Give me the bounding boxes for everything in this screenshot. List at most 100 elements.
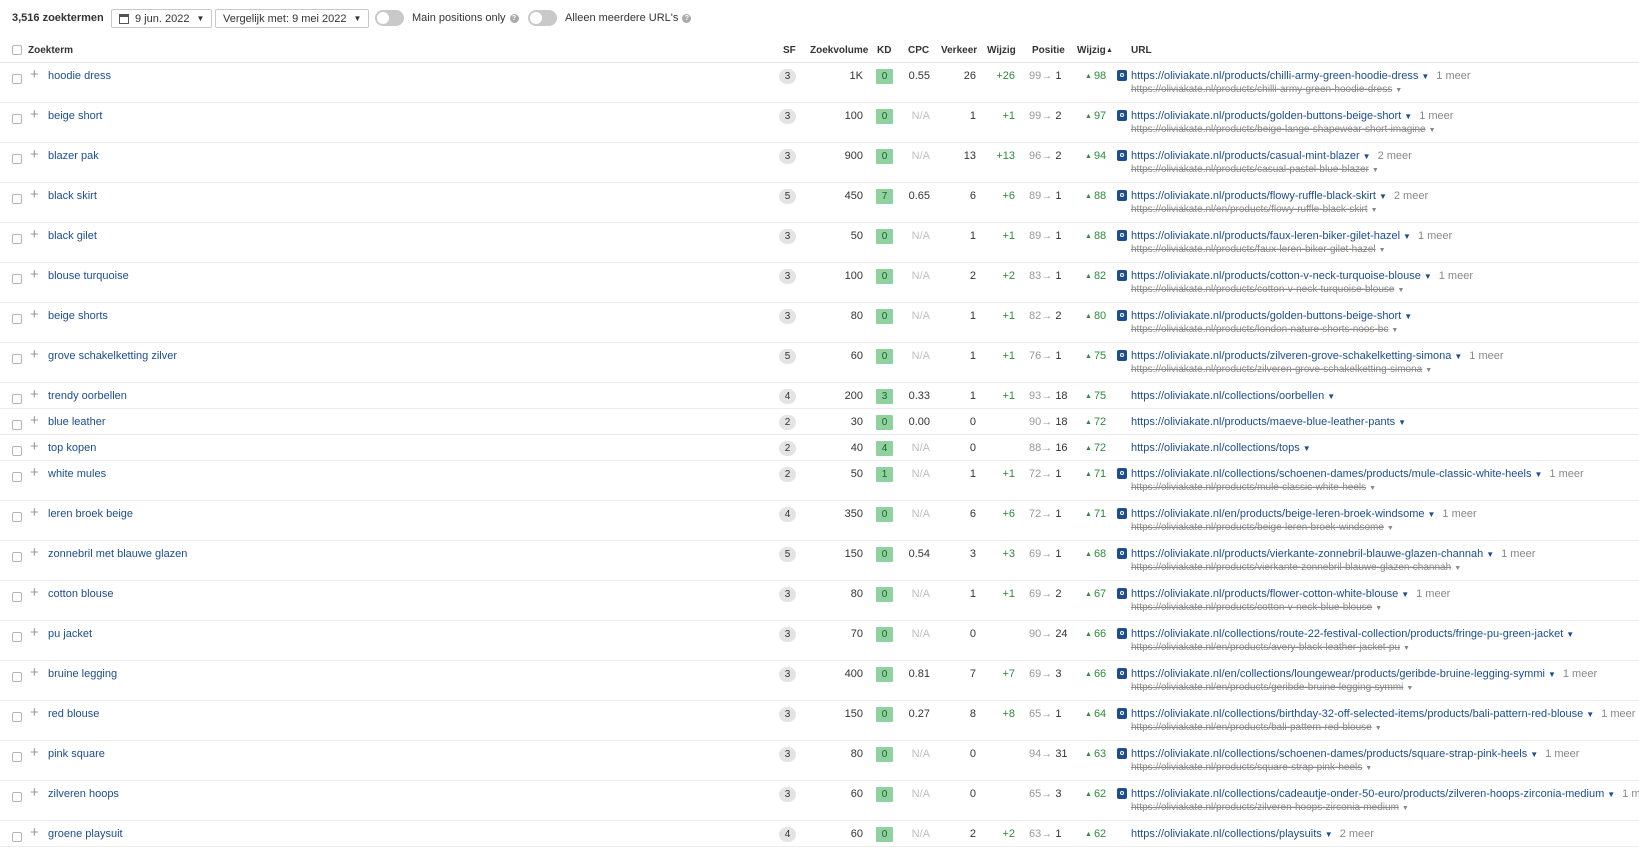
col-url[interactable]: URL — [1131, 45, 1152, 56]
chevron-down-icon[interactable]: ▼ — [1534, 470, 1542, 479]
url-text[interactable]: https://oliviakate.nl/products/golden-bu… — [1131, 110, 1401, 122]
url-text[interactable]: https://oliviakate.nl/collections/cadeau… — [1131, 788, 1604, 800]
google-serp-icon[interactable] — [1117, 230, 1127, 241]
row-checkbox[interactable] — [12, 234, 22, 244]
google-serp-icon[interactable] — [1117, 310, 1127, 321]
previous-url[interactable]: https://oliviakate.nl/products/beige-lan… — [1131, 124, 1436, 135]
keyword-link[interactable]: blouse turquoise — [48, 270, 129, 282]
chevron-down-icon[interactable]: ▼ — [1586, 710, 1594, 719]
url-link[interactable]: https://oliviakate.nl/products/cotton-v-… — [1131, 270, 1473, 282]
row-checkbox[interactable] — [12, 552, 22, 562]
more-urls-link[interactable]: 1 meer — [1416, 588, 1450, 600]
serp-features-badge[interactable]: 3 — [779, 109, 796, 124]
row-checkbox[interactable] — [12, 354, 22, 364]
previous-url-text[interactable]: https://oliviakate.nl/products/zilveren-… — [1131, 802, 1399, 813]
serp-features-badge[interactable]: 2 — [779, 441, 796, 456]
previous-url-text[interactable]: https://oliviakate.nl/products/mule-clas… — [1131, 482, 1366, 493]
serp-features-badge[interactable]: 3 — [779, 627, 796, 642]
url-link[interactable]: https://oliviakate.nl/products/maeve-blu… — [1131, 416, 1406, 428]
url-link[interactable]: https://oliviakate.nl/collections/cadeau… — [1131, 788, 1639, 800]
google-serp-icon[interactable] — [1117, 748, 1127, 759]
url-link[interactable]: https://oliviakate.nl/collections/route-… — [1131, 628, 1574, 640]
row-checkbox[interactable] — [12, 394, 22, 404]
url-link[interactable]: https://oliviakate.nl/products/vierkante… — [1131, 548, 1535, 560]
previous-url[interactable]: https://oliviakate.nl/en/products/bali-p… — [1131, 722, 1382, 733]
select-all-checkbox[interactable] — [12, 45, 22, 55]
keyword-link[interactable]: pu jacket — [48, 628, 92, 640]
url-link[interactable]: https://oliviakate.nl/collections/tops ▼ — [1131, 442, 1311, 454]
serp-features-badge[interactable]: 3 — [779, 747, 796, 762]
url-text[interactable]: https://oliviakate.nl/products/maeve-blu… — [1131, 416, 1395, 428]
previous-url[interactable]: https://oliviakate.nl/products/faux-lere… — [1131, 244, 1386, 255]
url-link[interactable]: https://oliviakate.nl/products/flowy-ruf… — [1131, 190, 1428, 202]
multiple-urls-toggle[interactable] — [528, 10, 557, 26]
chevron-down-icon[interactable]: ▼ — [1429, 127, 1436, 134]
keyword-link[interactable]: groene playsuit — [48, 828, 123, 840]
main-positions-toggle[interactable] — [375, 10, 404, 26]
previous-url[interactable]: https://oliviakate.nl/products/zilveren-… — [1131, 802, 1409, 813]
keyword-link[interactable]: leren broek beige — [48, 508, 133, 520]
url-text[interactable]: https://oliviakate.nl/products/golden-bu… — [1131, 310, 1401, 322]
expand-icon[interactable]: + — [30, 439, 39, 454]
more-urls-link[interactable]: 1 meer — [1442, 508, 1476, 520]
previous-url[interactable]: https://oliviakate.nl/products/chilli-ar… — [1131, 84, 1402, 95]
google-serp-icon[interactable] — [1117, 350, 1127, 361]
url-link[interactable]: https://oliviakate.nl/products/casual-mi… — [1131, 150, 1412, 162]
url-text[interactable]: https://oliviakate.nl/en/products/beige-… — [1131, 508, 1425, 520]
url-text[interactable]: https://oliviakate.nl/collections/oorbel… — [1131, 390, 1324, 402]
previous-url-text[interactable]: https://oliviakate.nl/products/cotton-v-… — [1131, 602, 1372, 613]
serp-features-badge[interactable]: 3 — [779, 707, 796, 722]
chevron-down-icon[interactable]: ▼ — [1395, 87, 1402, 94]
expand-icon[interactable]: + — [30, 147, 39, 162]
google-serp-icon[interactable] — [1117, 588, 1127, 599]
google-serp-icon[interactable] — [1117, 548, 1127, 559]
google-serp-icon[interactable] — [1117, 190, 1127, 201]
expand-icon[interactable]: + — [30, 307, 39, 322]
chevron-down-icon[interactable]: ▼ — [1428, 510, 1436, 519]
chevron-down-icon[interactable]: ▼ — [1327, 392, 1335, 401]
chevron-down-icon[interactable]: ▼ — [1401, 590, 1409, 599]
url-text[interactable]: https://oliviakate.nl/collections/birthd… — [1131, 708, 1583, 720]
google-serp-icon[interactable] — [1117, 788, 1127, 799]
expand-icon[interactable]: + — [30, 107, 39, 122]
keyword-link[interactable]: top kopen — [48, 442, 96, 454]
google-serp-icon[interactable] — [1117, 628, 1127, 639]
keyword-link[interactable]: blazer pak — [48, 150, 99, 162]
url-text[interactable]: https://oliviakate.nl/products/faux-lere… — [1131, 230, 1400, 242]
chevron-down-icon[interactable]: ▼ — [1363, 152, 1371, 161]
more-urls-link[interactable]: 1 meer — [1469, 350, 1503, 362]
url-text[interactable]: https://oliviakate.nl/products/cotton-v-… — [1131, 270, 1421, 282]
expand-icon[interactable]: + — [30, 67, 39, 82]
chevron-down-icon[interactable]: ▼ — [1486, 550, 1494, 559]
expand-icon[interactable]: + — [30, 745, 39, 760]
more-urls-link[interactable]: 2 meer — [1340, 828, 1374, 840]
previous-url[interactable]: https://oliviakate.nl/products/beige-ler… — [1131, 522, 1394, 533]
previous-url-text[interactable]: https://oliviakate.nl/products/chilli-ar… — [1131, 84, 1392, 95]
row-checkbox[interactable] — [12, 420, 22, 430]
url-link[interactable]: https://oliviakate.nl/en/products/beige-… — [1131, 508, 1477, 520]
expand-icon[interactable]: + — [30, 545, 39, 560]
previous-url-text[interactable]: https://oliviakate.nl/products/beige-lan… — [1131, 124, 1426, 135]
chevron-down-icon[interactable]: ▼ — [1607, 790, 1615, 799]
previous-url-text[interactable]: https://oliviakate.nl/products/beige-ler… — [1131, 522, 1384, 533]
chevron-down-icon[interactable]: ▼ — [1454, 565, 1461, 572]
chevron-down-icon[interactable]: ▼ — [1454, 352, 1462, 361]
chevron-down-icon[interactable]: ▼ — [1369, 485, 1376, 492]
col-sf[interactable]: SF — [783, 45, 796, 56]
url-link[interactable]: https://oliviakate.nl/products/golden-bu… — [1131, 110, 1453, 122]
url-text[interactable]: https://oliviakate.nl/products/vierkante… — [1131, 548, 1483, 560]
previous-url-text[interactable]: https://oliviakate.nl/en/products/avery-… — [1131, 642, 1400, 653]
url-link[interactable]: https://oliviakate.nl/products/zilveren-… — [1131, 350, 1504, 362]
serp-features-badge[interactable]: 5 — [779, 189, 796, 204]
serp-features-badge[interactable]: 2 — [779, 467, 796, 482]
more-urls-link[interactable]: 2 meer — [1394, 190, 1428, 202]
previous-url-text[interactable]: https://oliviakate.nl/products/zilveren-… — [1131, 364, 1422, 375]
more-urls-link[interactable]: 2 meer — [1378, 150, 1412, 162]
row-checkbox[interactable] — [12, 446, 22, 456]
previous-url-text[interactable]: https://oliviakate.nl/products/vierkante… — [1131, 562, 1451, 573]
previous-url[interactable]: https://oliviakate.nl/products/london-na… — [1131, 324, 1398, 335]
chevron-down-icon[interactable]: ▼ — [1425, 367, 1432, 374]
previous-url-text[interactable]: https://oliviakate.nl/products/london-na… — [1131, 324, 1388, 335]
google-serp-icon[interactable] — [1117, 668, 1127, 679]
url-link[interactable]: https://oliviakate.nl/collections/oorbel… — [1131, 390, 1335, 402]
